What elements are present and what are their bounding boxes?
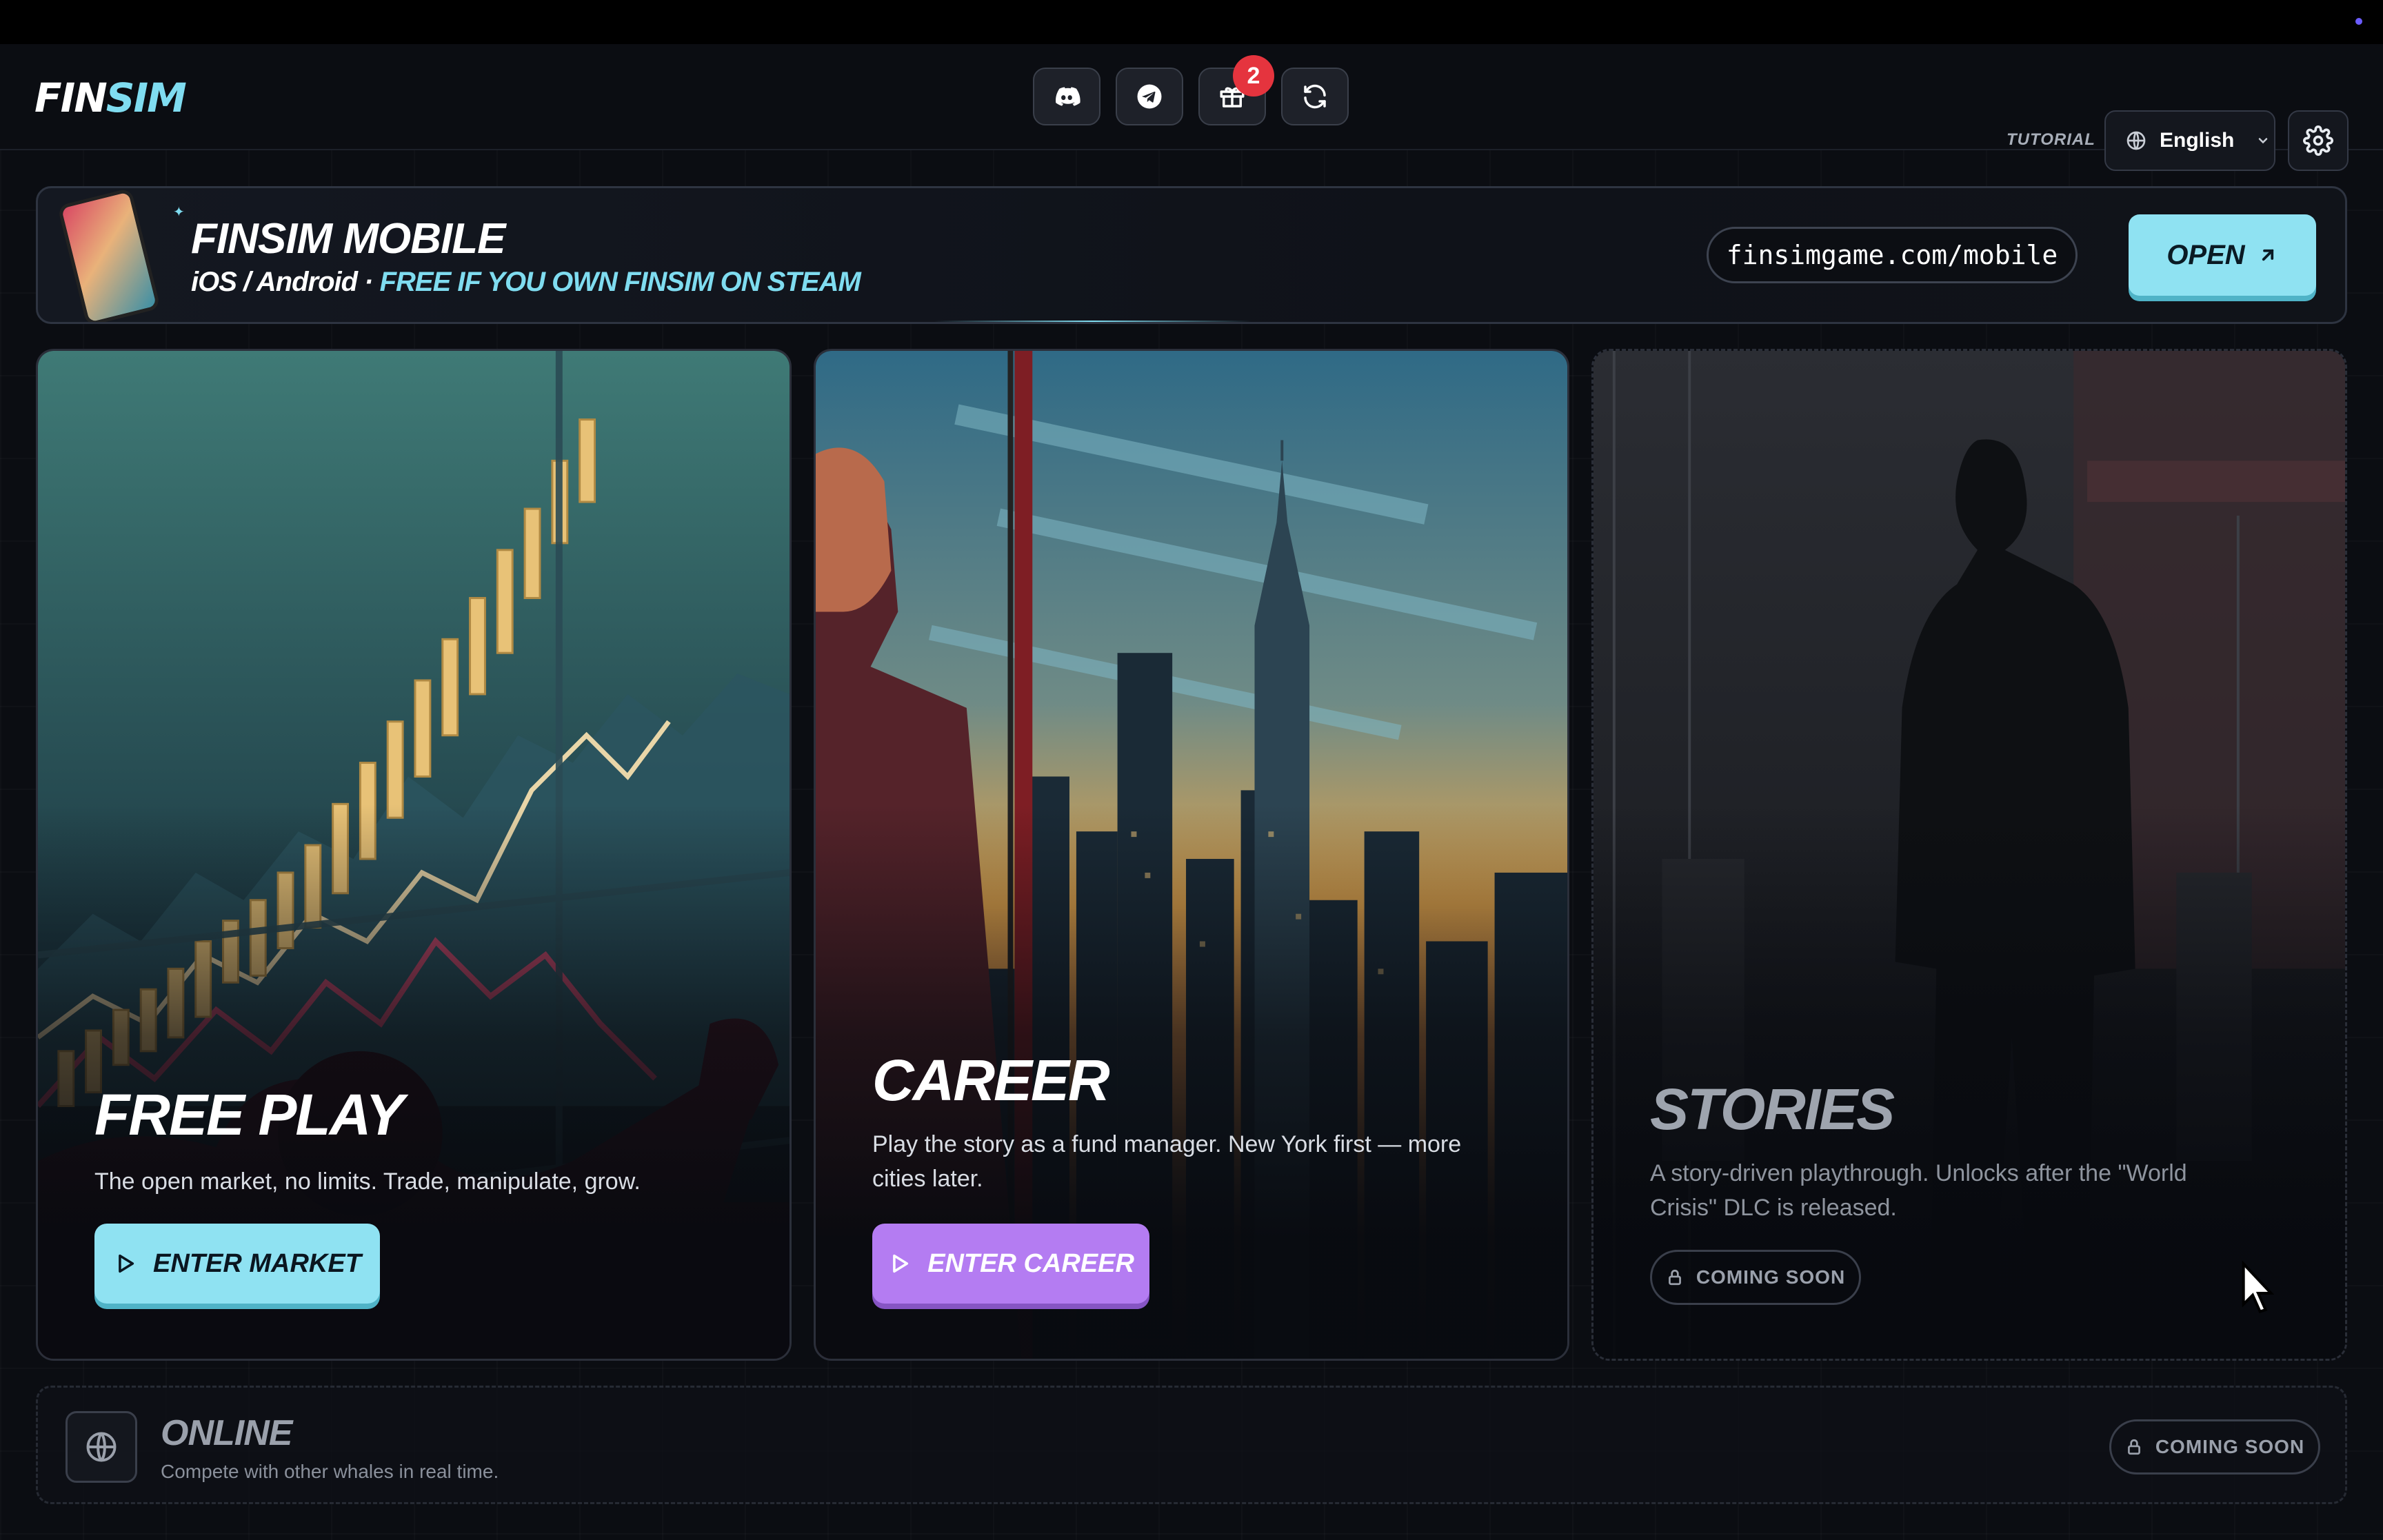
enter-market-button[interactable]: ENTER MARKET (94, 1224, 380, 1304)
mobile-url-pill[interactable]: finsimgame.com/mobile (1707, 227, 2078, 283)
globe-icon (2126, 131, 2146, 150)
external-arrow-icon (2262, 249, 2273, 261)
coming-soon-badge: COMING SOON (2109, 1419, 2320, 1475)
online-description: Compete with other whales in real time. (161, 1461, 499, 1482)
online-globe-tile (66, 1411, 137, 1483)
card-title: CAREER (872, 1048, 1110, 1113)
language-label: English (2160, 129, 2235, 152)
card-description: Play the story as a fund manager. New Yo… (872, 1131, 1462, 1192)
notification-badge: 2 (1233, 55, 1274, 97)
globe-icon (86, 1432, 117, 1462)
gift-button[interactable]: 2 (1198, 55, 1274, 125)
window-title-strip (0, 0, 2383, 44)
career-card[interactable]: CAREER Play the story as a fund manager.… (814, 349, 1569, 1361)
enter-career-button[interactable]: ENTER CAREER (872, 1224, 1149, 1304)
banner-free-note: FREE IF YOU OWN FINSIM ON STEAM (379, 267, 861, 297)
enter-market-label: ENTER MARKET (153, 1248, 361, 1278)
card-title: STORIES (1650, 1077, 1895, 1142)
refresh-button[interactable] (1281, 68, 1349, 125)
online-title: ONLINE (161, 1413, 292, 1453)
card-shade (38, 351, 790, 1359)
app-logo[interactable]: FINSIM (34, 74, 187, 121)
coming-soon-label: COMING SOON (2155, 1436, 2305, 1457)
tutorial-link[interactable]: TUTORIAL (2007, 130, 2095, 150)
logo-sim: SIM (105, 74, 187, 121)
language-select[interactable]: English (2104, 110, 2275, 171)
status-dot (2355, 18, 2362, 25)
card-description: A story-driven playthrough. Unlocks afte… (1650, 1160, 2187, 1221)
settings-button[interactable] (2288, 110, 2349, 171)
open-label: OPEN (2166, 239, 2245, 270)
social-buttons: 2 (1033, 55, 1349, 125)
mouse-cursor-icon (2242, 1260, 2275, 1314)
coming-soon-label: COMING SOON (1696, 1266, 1846, 1288)
discord-button[interactable] (1033, 68, 1100, 125)
logo-fin: FIN (34, 74, 108, 121)
online-mode-panel: ONLINE Compete with other whales in real… (36, 1386, 2347, 1504)
card-description: The open market, no limits. Trade, manip… (94, 1168, 641, 1195)
gear-icon (2303, 125, 2333, 156)
coming-soon-badge: COMING SOON (1650, 1250, 1861, 1305)
card-shade (816, 351, 1567, 1359)
free-play-card[interactable]: FREE PLAY The open market, no limits. Tr… (36, 349, 792, 1361)
banner-platforms: iOS / Android · (191, 267, 380, 297)
telegram-button[interactable] (1116, 68, 1183, 125)
top-header: FINSIM 2 TUTORIAL English (0, 44, 2383, 171)
mobile-promo-banner: ✦ FINSIM MOBILE iOS / Android · FREE IF … (36, 186, 2347, 324)
open-mobile-button[interactable]: OPEN (2129, 214, 2316, 296)
banner-glow-line (934, 321, 1251, 322)
chevron-down-icon (2259, 138, 2268, 144)
play-icon (893, 1254, 909, 1273)
enter-career-label: ENTER CAREER (927, 1248, 1134, 1278)
telegram-icon (1137, 84, 1162, 109)
stories-card: STORIES A story-driven playthrough. Unlo… (1591, 349, 2347, 1361)
play-icon (119, 1254, 134, 1273)
refresh-icon (1304, 84, 1326, 109)
card-title: FREE PLAY (94, 1082, 404, 1147)
phone-illustration (57, 188, 161, 322)
lock-icon (1668, 1269, 1681, 1286)
discord-icon (1056, 87, 1080, 106)
sparkle-icon: ✦ (173, 205, 185, 220)
banner-title: FINSIM MOBILE (191, 215, 505, 263)
banner-subtitle: iOS / Android · FREE IF YOU OWN FINSIM O… (191, 267, 861, 298)
lock-icon (2127, 1439, 2140, 1455)
